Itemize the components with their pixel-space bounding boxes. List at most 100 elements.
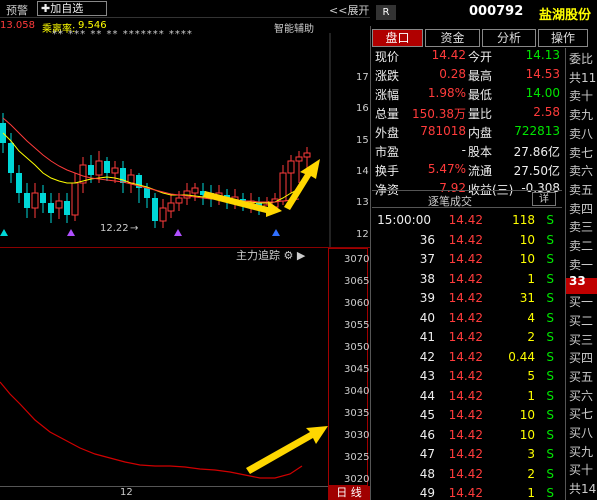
price-tick: 13	[356, 197, 369, 208]
quote-label: 现价	[375, 50, 400, 64]
double-chevron-left-icon: <<	[329, 4, 348, 17]
quote-value: 781018	[420, 124, 466, 138]
trade-row: 45 14.42 10 S	[373, 408, 563, 427]
quote-label: 涨幅	[375, 88, 400, 102]
gear-icon[interactable]: ⚙	[284, 249, 294, 262]
quote-value: 14.53	[525, 67, 560, 81]
quote-row: 涨幅 1.98% 最低 14.00	[373, 86, 563, 103]
candle-body	[144, 188, 150, 198]
sub-tick: 3065	[344, 276, 370, 287]
trade-price: 14.42	[448, 447, 483, 461]
trade-side: S	[546, 388, 554, 403]
candle-body	[40, 193, 46, 203]
trade-price: 14.42	[448, 213, 483, 227]
order-book-label: 买五	[569, 369, 594, 384]
sub-tick: 3030	[344, 430, 370, 441]
panel-divider	[0, 247, 370, 248]
quote-value: 150.38万	[412, 107, 466, 121]
trade-side: S	[546, 369, 554, 383]
next-icon[interactable]: ▶	[297, 249, 305, 262]
quote-label: 内盘	[468, 126, 493, 140]
trade-side: S	[546, 330, 554, 344]
price-tick: 17	[356, 72, 369, 83]
trade-row: 47 14.42 3 S	[373, 447, 563, 466]
chart-toolbar: 预警 ✚加自选 <<展开	[0, 0, 370, 18]
price-tick: 16	[356, 103, 369, 114]
sub-tick: 3050	[344, 342, 370, 353]
quote-label: 今开	[468, 50, 493, 64]
plus-icon: ✚	[41, 2, 51, 15]
order-book-label: 买九	[569, 444, 594, 459]
trade-row: 37 14.42 10 S	[373, 252, 563, 271]
expand-button[interactable]: <<展开	[329, 2, 369, 18]
trade-volume: 1	[527, 271, 535, 286]
candle-body	[159, 207, 167, 222]
trade-volume: 10	[519, 408, 535, 422]
trade-side: S	[546, 213, 554, 227]
trade-time: 45	[419, 408, 435, 422]
quote-value: 2.58	[533, 105, 560, 119]
trade-row: 38 14.42 1 S	[373, 272, 563, 291]
sub-tick: 3035	[344, 408, 370, 419]
trade-side: S	[546, 466, 554, 481]
sub-chart-title[interactable]: 主力追踪 ⚙ ▶	[236, 247, 305, 263]
trade-time: 37	[419, 252, 435, 266]
candle-body	[167, 202, 175, 212]
quote-row: 涨跌 0.28 最高 14.53	[373, 67, 563, 84]
order-book-label: 委比	[569, 52, 594, 66]
trade-price: 14.42	[448, 291, 483, 305]
tab-order-book[interactable]: 盘口	[372, 29, 423, 47]
main-force-chart[interactable]	[0, 262, 328, 486]
quote-label: 量比	[468, 107, 493, 121]
order-book-label: 卖一	[569, 257, 594, 272]
arrow-annotation-3	[246, 426, 328, 474]
add-watchlist-button[interactable]: ✚加自选	[37, 1, 107, 16]
low-price-label: 12.22	[100, 223, 129, 234]
trade-row: 48 14.42 2 S	[373, 467, 563, 486]
trade-title: 逐笔成交	[428, 195, 472, 208]
trade-time: 41	[419, 330, 435, 344]
order-book-label: 买八	[569, 426, 594, 440]
add-watchlist-label: 加自选	[50, 2, 84, 15]
candle-body	[95, 160, 103, 176]
trade-time: 44	[419, 388, 435, 403]
order-book-label: 卖八	[569, 126, 594, 141]
trade-row: 42 14.42 0.44 S	[373, 350, 563, 369]
trade-side: S	[546, 408, 554, 422]
trade-time: 49	[419, 486, 435, 500]
trade-price: 14.42	[448, 310, 483, 325]
quote-label: 外盘	[375, 126, 400, 140]
trade-price: 14.42	[448, 369, 483, 383]
quote-value: 722813	[514, 124, 560, 138]
sub-chart-title-text: 主力追踪	[236, 249, 280, 262]
daily-kline-tab[interactable]: 日 线	[328, 486, 370, 500]
tab-funds[interactable]: 资金	[425, 29, 480, 47]
trade-price: 14.42	[448, 408, 483, 422]
tab-operate[interactable]: 操作	[538, 29, 588, 47]
quote-value: 14.42	[431, 48, 466, 62]
trade-row: 41 14.42 2 S	[373, 330, 563, 349]
tab-analysis[interactable]: 分析	[482, 29, 536, 47]
trade-price: 14.42	[448, 388, 483, 403]
quote-value: 0.28	[439, 67, 466, 81]
trade-volume: 118	[512, 213, 535, 227]
candle-body	[111, 167, 119, 174]
candlestick-chart[interactable]: 12.22 →	[0, 33, 370, 247]
alert-label[interactable]: 预警	[6, 2, 28, 18]
candle-body	[48, 203, 54, 213]
candle-body	[16, 173, 22, 193]
quote-row: 外盘 781018 内盘 722813	[373, 124, 563, 141]
order-book-label: 共11	[569, 70, 597, 85]
candle-body	[64, 201, 70, 215]
trade-detail-button[interactable]: 详	[532, 192, 556, 206]
order-book-label: 卖四	[569, 201, 594, 216]
trade-price: 14.42	[448, 330, 483, 344]
quote-label: 市盈	[375, 145, 400, 159]
trade-side: S	[546, 252, 554, 266]
quote-value: 27.50亿	[513, 164, 560, 178]
marker-triangle-icon	[0, 229, 8, 236]
order-book-label: 卖三	[569, 220, 594, 235]
quote-label: 换手	[375, 164, 400, 178]
stock-app: 预警 ✚加自选 <<展开 13.058 乘离率: 9.546 ** *** **…	[0, 0, 597, 500]
order-book-label: 卖六	[569, 164, 594, 179]
